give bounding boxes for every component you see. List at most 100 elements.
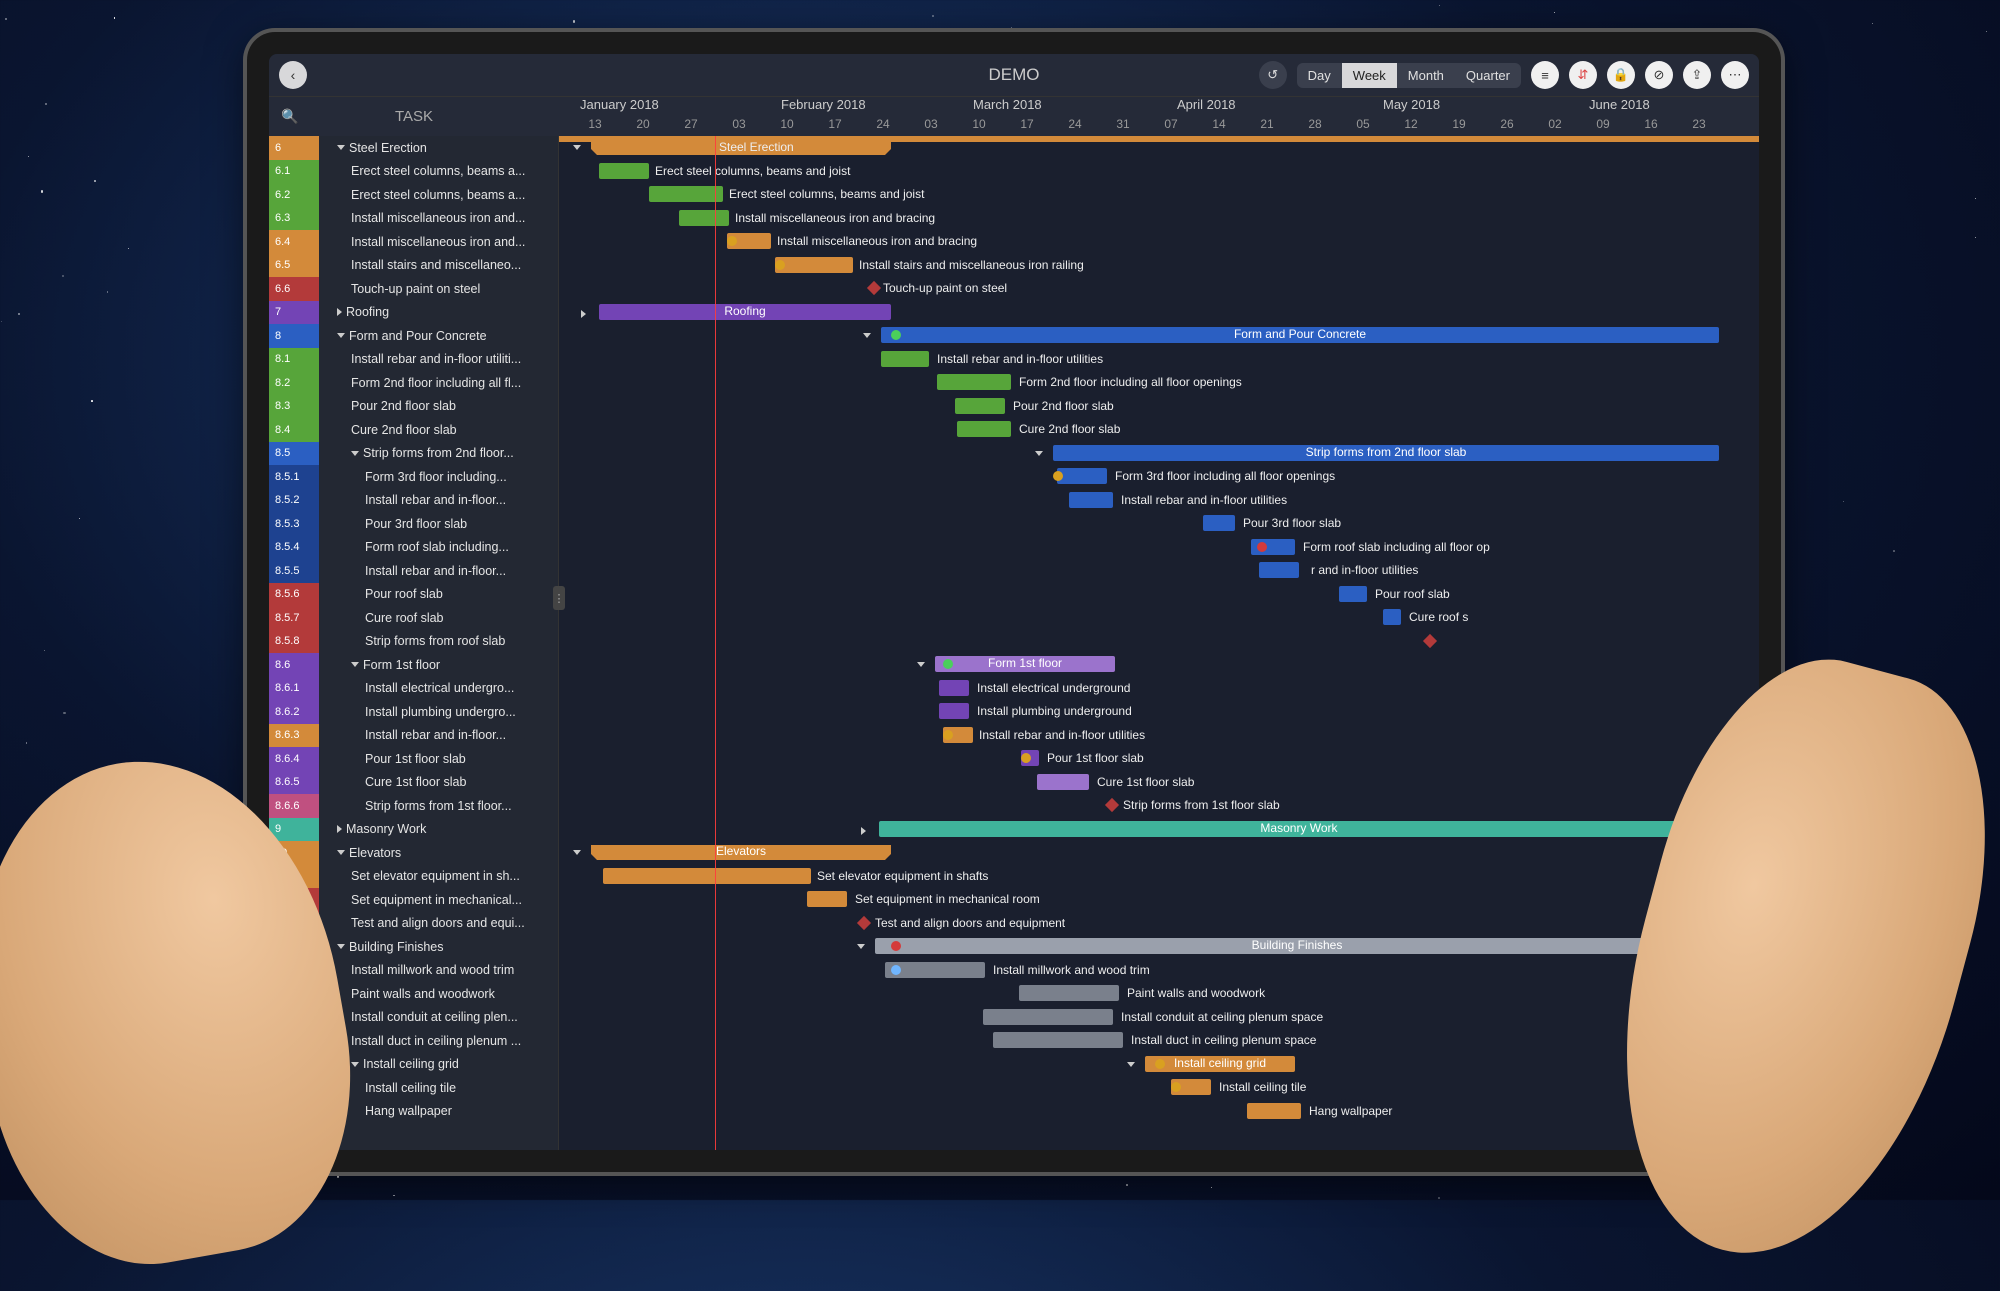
gantt-row[interactable]: Touch-up paint on steel [559,277,1759,301]
gantt-row[interactable]: Install ceiling grid [559,1053,1759,1077]
gantt-row[interactable]: Form 1st floor [559,653,1759,677]
task-row[interactable]: 8.6.6Strip forms from 1st floor... [269,794,558,818]
gantt-row[interactable]: Pour 1st floor slab [559,747,1759,771]
milestone-diamond[interactable] [857,915,871,929]
gantt-bar[interactable] [937,374,1011,390]
task-list[interactable]: 6Steel Erection6.1Erect steel columns, b… [269,136,559,1150]
gantt-bar[interactable] [603,868,811,884]
task-row[interactable]: 8.6.2Install plumbing undergro... [269,700,558,724]
gantt-row[interactable]: Install miscellaneous iron and bracing [559,230,1759,254]
timeline-header[interactable]: January 2018February 2018March 2018April… [559,97,1759,136]
task-row[interactable]: 8.4Cure 2nd floor slab [269,418,558,442]
gantt-row[interactable]: Elevators [559,841,1759,865]
gantt-row[interactable]: Steel Erection [559,136,1759,160]
gantt-bar[interactable] [775,257,853,273]
task-row[interactable]: 7Roofing [269,301,558,325]
expand-toggle-icon[interactable] [351,451,359,456]
task-row[interactable]: 8.6Form 1st floor [269,653,558,677]
task-row[interactable]: 11.3Install conduit at ceiling plen... [269,1006,558,1030]
gantt-expand-icon[interactable] [863,333,871,338]
gantt-row[interactable]: Install rebar and in-floor utilities [559,489,1759,513]
task-row[interactable]: 8Form and Pour Concrete [269,324,558,348]
zoom-week[interactable]: Week [1342,63,1397,88]
gantt-chart[interactable]: Steel ErectionErect steel columns, beams… [559,136,1759,1150]
task-row[interactable]: 8.6.1Install electrical undergro... [269,677,558,701]
task-row[interactable]: 8.1Install rebar and in-floor utiliti... [269,348,558,372]
gantt-row[interactable]: Form 3rd floor including all floor openi… [559,465,1759,489]
gantt-row[interactable]: Install millwork and wood trim [559,959,1759,983]
gantt-row[interactable]: Strip forms from 2nd floor slab [559,442,1759,466]
gantt-row[interactable]: Cure 1st floor slab [559,771,1759,795]
task-row[interactable]: 8.5.6Pour roof slab [269,583,558,607]
task-row[interactable]: 6.1Erect steel columns, beams a... [269,160,558,184]
milestone-diamond[interactable] [867,281,881,295]
gantt-expand-icon[interactable] [1127,1062,1135,1067]
task-row[interactable]: 10.2Set equipment in mechanical... [269,888,558,912]
gantt-row[interactable]: Install rebar and in-floor utilities [559,724,1759,748]
gantt-bar[interactable] [679,210,729,226]
gantt-row[interactable]: Install conduit at ceiling plenum space [559,1006,1759,1030]
task-row[interactable]: 10.3Test and align doors and equi... [269,912,558,936]
gantt-row[interactable]: Erect steel columns, beams and joist [559,183,1759,207]
task-row[interactable]: 8.5.4Form roof slab including... [269,536,558,560]
task-row[interactable]: 8.3Pour 2nd floor slab [269,395,558,419]
gantt-row[interactable]: r and in-floor utilities [559,559,1759,583]
more-icon[interactable]: ⋯ [1721,61,1749,89]
task-row[interactable]: 8.5Strip forms from 2nd floor... [269,442,558,466]
task-row[interactable]: 6.6Touch-up paint on steel [269,277,558,301]
gantt-row[interactable]: Install ceiling tile [559,1076,1759,1100]
gantt-row[interactable]: Install duct in ceiling plenum space [559,1029,1759,1053]
task-row[interactable]: 11.2Paint walls and woodwork [269,982,558,1006]
link-icon[interactable]: ⊘ [1645,61,1673,89]
undo-button[interactable]: ↺ [1259,61,1287,89]
gantt-row[interactable]: Form roof slab including all floor op [559,536,1759,560]
task-row[interactable]: Install ceiling tile [269,1076,558,1100]
milestone-diamond[interactable] [1105,798,1119,812]
gantt-expand-icon[interactable] [1035,451,1043,456]
zoom-segmented-control[interactable]: DayWeekMonthQuarter [1297,63,1521,88]
gantt-row[interactable]: Roofing [559,301,1759,325]
gantt-bar[interactable] [955,398,1005,414]
gantt-row[interactable] [559,630,1759,654]
gantt-row[interactable]: Install plumbing underground [559,700,1759,724]
gantt-bar[interactable] [983,1009,1113,1025]
gantt-bar[interactable] [993,1032,1123,1048]
task-row[interactable]: 8.6.5Cure 1st floor slab [269,771,558,795]
gantt-bar[interactable] [1259,562,1299,578]
task-row[interactable]: 6.3Install miscellaneous iron and... [269,207,558,231]
gantt-bar[interactable] [599,163,649,179]
task-row[interactable]: 8.5.7Cure roof slab [269,606,558,630]
filter-icon[interactable]: ≡ [1531,61,1559,89]
expand-toggle-icon[interactable] [337,145,345,150]
gantt-row[interactable]: Set elevator equipment in shafts [559,865,1759,889]
split-icon[interactable]: ⇵ [1569,61,1597,89]
expand-toggle-icon[interactable] [351,662,359,667]
lock-icon[interactable]: 🔒 [1607,61,1635,89]
task-row[interactable]: 10.1Set elevator equipment in sh... [269,865,558,889]
gantt-bar[interactable] [1069,492,1113,508]
gantt-row[interactable]: Cure roof s [559,606,1759,630]
task-row[interactable]: 11.1Install millwork and wood trim [269,959,558,983]
task-row[interactable]: 8.5.8Strip forms from roof slab [269,630,558,654]
gantt-row[interactable]: Erect steel columns, beams and joist [559,160,1759,184]
expand-toggle-icon[interactable] [351,1062,359,1067]
task-row[interactable]: 11.4Install duct in ceiling plenum ... [269,1029,558,1053]
gantt-row[interactable]: Set equipment in mechanical room [559,888,1759,912]
gantt-row[interactable]: Form 2nd floor including all floor openi… [559,371,1759,395]
back-button[interactable]: ‹ [279,61,307,89]
gantt-row[interactable]: Install rebar and in-floor utilities [559,348,1759,372]
gantt-bar[interactable] [957,421,1011,437]
task-row[interactable]: 8.5.2Install rebar and in-floor... [269,489,558,513]
task-row[interactable]: 8.6.4Pour 1st floor slab [269,747,558,771]
gantt-row[interactable]: Hang wallpaper [559,1100,1759,1124]
zoom-month[interactable]: Month [1397,63,1455,88]
gantt-bar[interactable] [1383,609,1401,625]
gantt-row[interactable]: Building Finishes [559,935,1759,959]
task-row[interactable]: 6.5Install stairs and miscellaneo... [269,254,558,278]
gantt-row[interactable]: Strip forms from 1st floor slab [559,794,1759,818]
gantt-row[interactable]: Pour roof slab [559,583,1759,607]
column-resize-handle[interactable] [553,586,565,610]
gantt-expand-icon[interactable] [861,827,866,835]
expand-toggle-icon[interactable] [337,333,345,338]
milestone-diamond[interactable] [1423,633,1437,647]
